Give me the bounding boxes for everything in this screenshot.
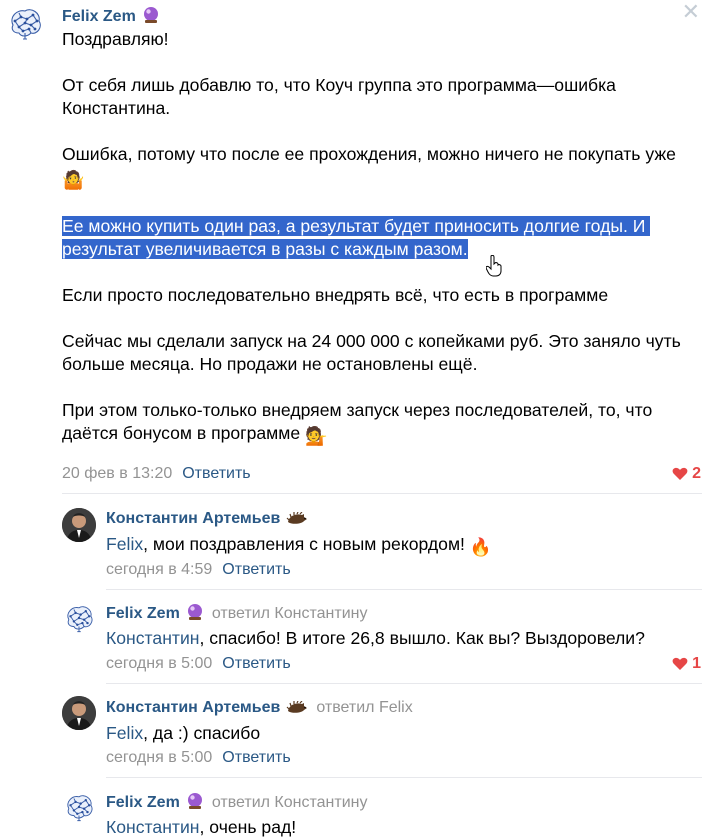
author-name[interactable]: Felix Zem (106, 794, 180, 811)
divider (106, 589, 702, 590)
person-tipping-hand-emoji: 💁 (305, 426, 328, 446)
heart-icon (672, 657, 688, 671)
post-paragraph: При этом только-только внедряем запуск ч… (62, 399, 702, 448)
heart-icon (672, 467, 688, 481)
divider (62, 493, 702, 494)
hedgehog-icon (286, 512, 308, 526)
avatar[interactable] (5, 3, 45, 43)
like-button[interactable]: 2 (672, 465, 701, 483)
reply-button[interactable]: Ответить (222, 561, 290, 578)
comment-body: , очень рад! (199, 817, 297, 837)
comment-date[interactable]: сегодня в 5:00 (106, 655, 212, 672)
comment-text: Константин, спасибо! В итоге 26,8 вышло.… (106, 627, 645, 649)
avatar[interactable] (62, 508, 96, 542)
hedgehog-icon (286, 701, 308, 715)
person-shrugging-emoji: 🤷 (62, 170, 85, 190)
reply-to-label[interactable]: ответил Константину (212, 605, 368, 622)
highlighted-paragraph: Ее можно купить один раз, а результат бу… (62, 215, 702, 261)
selected-text: Ее можно купить один раз, а результат бу… (62, 216, 651, 259)
post-paragraph: Поздравляю! (62, 29, 169, 49)
avatar[interactable] (62, 601, 96, 635)
comment-meta: сегодня в 5:00 Ответить (106, 749, 291, 767)
mention-link[interactable]: Felix (106, 723, 143, 743)
post-author[interactable]: Felix Zem (62, 6, 160, 26)
mention-link[interactable]: Константин (106, 628, 200, 648)
post-paragraph-text: Ошибка, потому что после ее прохождения,… (62, 144, 676, 164)
comment-body: , мои поздравления с новым рекордом! (143, 534, 465, 554)
reply-to-label[interactable]: ответил Felix (316, 699, 412, 716)
hand-cursor-icon (486, 255, 502, 277)
post-paragraph-text: При этом только-только внедряем запуск ч… (62, 400, 658, 443)
crystal-ball-icon (186, 603, 204, 621)
post-meta: 20 фев в 13:20 Ответить (62, 465, 251, 483)
comment-date[interactable]: сегодня в 5:00 (106, 749, 212, 766)
avatar[interactable] (62, 790, 96, 824)
post-date[interactable]: 20 фев в 13:20 (62, 465, 172, 482)
like-button[interactable]: 1 (672, 655, 701, 673)
comment-meta: сегодня в 4:59 Ответить (106, 561, 291, 579)
divider (106, 777, 702, 778)
mention-link[interactable]: Константин (106, 817, 200, 837)
reply-to-label[interactable]: ответил Константину (212, 794, 368, 811)
comment-date[interactable]: сегодня в 4:59 (106, 561, 212, 578)
crystal-ball-icon (186, 792, 204, 810)
mention-link[interactable]: Felix (106, 534, 143, 554)
avatar[interactable] (62, 696, 96, 730)
comment-author[interactable]: Константин Артемьев ответил Felix (106, 699, 413, 717)
author-name[interactable]: Felix Zem (106, 605, 180, 622)
comment-author[interactable]: Константин Артемьев (106, 510, 308, 528)
comment-meta: сегодня в 5:00 Ответить (106, 655, 291, 673)
post-paragraph: Ошибка, потому что после ее прохождения,… (62, 143, 702, 192)
like-count: 2 (692, 465, 701, 482)
post-paragraph: Сейчас мы сделали запуск на 24 000 000 с… (62, 331, 686, 374)
author-name[interactable]: Константин Артемьев (106, 510, 280, 527)
comment-body: , спасибо! В итоге 26,8 вышло. Как вы? В… (199, 628, 645, 648)
comment-text: Felix, мои поздравления с новым рекордом… (106, 533, 492, 558)
crystal-ball-icon (142, 6, 160, 24)
author-name[interactable]: Константин Артемьев (106, 699, 280, 716)
comment-text: Константин, очень рад! (106, 816, 296, 838)
comment-author[interactable]: Felix Zem ответил Константину (106, 792, 367, 812)
fire-emoji: 🔥 (469, 537, 492, 557)
comment-author[interactable]: Felix Zem ответил Константину (106, 603, 367, 623)
post-paragraph: От себя лишь добавлю то, что Коуч группа… (62, 75, 621, 118)
like-count: 1 (692, 655, 701, 672)
post-paragraph: Если просто последовательно внедрять всё… (62, 285, 609, 305)
comment-text: Felix, да :) спасибо (106, 722, 260, 744)
post-text: Поздравляю! От себя лишь добавлю то, что… (62, 28, 702, 471)
reply-button[interactable]: Ответить (222, 655, 290, 672)
reply-button[interactable]: Ответить (182, 465, 250, 482)
comment-body: , да :) спасибо (143, 723, 261, 743)
divider (106, 683, 702, 684)
reply-button[interactable]: Ответить (222, 749, 290, 766)
author-name[interactable]: Felix Zem (62, 8, 136, 25)
close-icon[interactable]: ✕ (682, 1, 700, 23)
